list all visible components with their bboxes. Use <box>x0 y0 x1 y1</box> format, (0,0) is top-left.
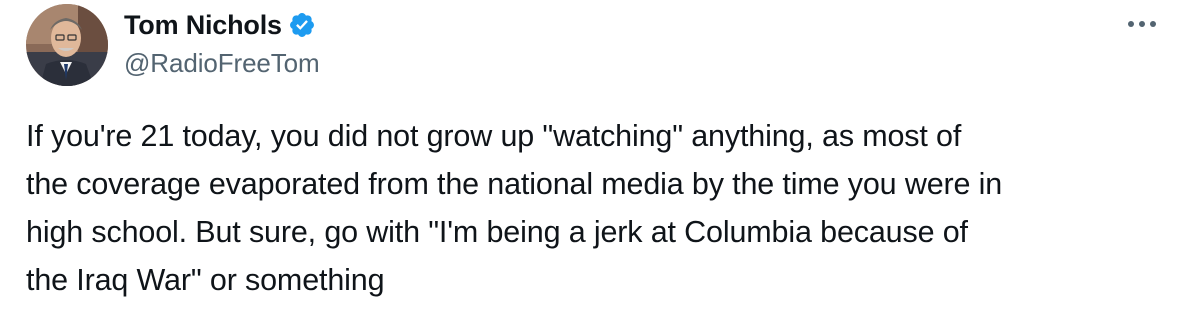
tweet-text: If you're 21 today, you did not grow up … <box>26 112 1176 304</box>
profile-photo-icon <box>26 4 108 86</box>
tweet-card: Tom Nichols @RadioFreeTom If you're 21 t… <box>0 0 1188 322</box>
avatar[interactable] <box>26 4 108 86</box>
tweet-text-line: the Iraq War" or something <box>26 263 385 297</box>
author-handle[interactable]: @RadioFreeTom <box>124 48 320 79</box>
more-options-button[interactable] <box>1124 12 1162 36</box>
tweet-text-line: If you're 21 today, you did not grow up … <box>26 119 962 153</box>
display-name[interactable]: Tom Nichols <box>124 10 282 41</box>
verified-badge-icon[interactable] <box>288 11 316 39</box>
author-name-row: Tom Nichols <box>124 8 316 42</box>
tweet-text-line: the coverage evaporated from the nationa… <box>26 167 1003 201</box>
more-options-icon <box>1128 21 1156 27</box>
tweet-text-line: high school. But sure, go with "I'm bein… <box>26 215 968 249</box>
